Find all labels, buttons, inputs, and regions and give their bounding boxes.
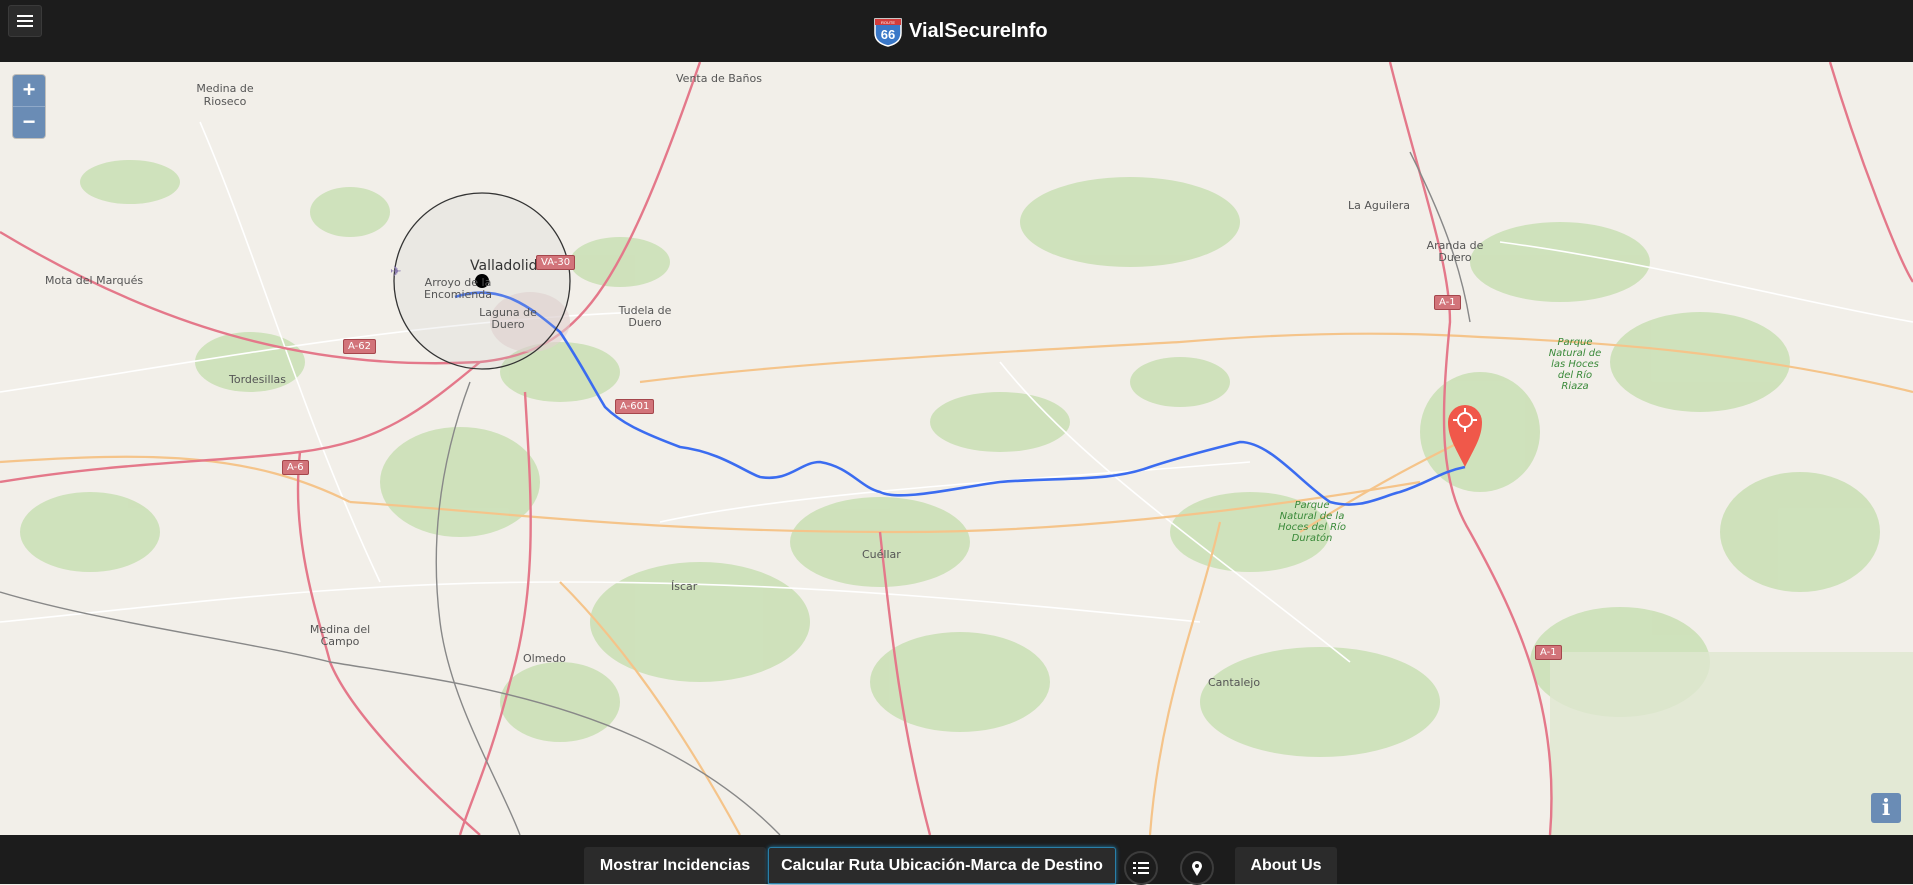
route-66-logo-icon: 66 ROUTE [874,18,902,47]
list-icon [1133,862,1149,874]
road-shield-va30: VA-30 [536,255,576,270]
location-pin-icon [1192,861,1202,876]
label-mota-marques: Mota del Marqués [45,274,144,287]
logo-top-text: ROUTE [881,20,895,25]
label-aranda: Aranda de Duero [1426,239,1484,264]
label-olmedo: Olmedo [523,652,566,665]
label-cuellar: Cuéllar [862,548,901,561]
label-arroyo: Arroyo de la Encomienda [424,276,492,301]
label-la-aguilera: La Aguilera [1348,199,1410,212]
brand[interactable]: 66 ROUTE VialSecureInfo [873,10,1048,52]
label-medina-campo: Medina del Campo [309,623,371,648]
location-button[interactable] [1180,851,1214,885]
logo-number: 66 [881,27,895,42]
map-info-button[interactable]: i [1871,793,1901,823]
app-title: VialSecureInfo [909,19,1048,42]
label-valladolid: Valladolid [470,258,538,274]
top-navbar: 66 ROUTE VialSecureInfo [0,0,1913,62]
hamburger-icon [17,15,33,27]
label-iscar: Íscar [671,580,698,593]
road-shield-a6: A-6 [282,460,309,475]
about-us-button[interactable]: About Us [1235,847,1337,884]
label-parque-duraton: Parque Natural de la Hoces del Río Durat… [1278,500,1346,544]
road-shield-a1-bottom: A-1 [1535,645,1562,660]
label-laguna: Laguna de Duero [479,306,537,331]
show-incidents-button[interactable]: Mostrar Incidencias [584,847,766,884]
label-tordesillas: Tordesillas [229,373,287,386]
zoom-in-button[interactable]: + [13,75,45,106]
label-tudela: Tudela de Duero [618,304,672,329]
zoom-control: + − [13,75,45,138]
map-tiles: ✈ [0,62,1913,835]
zoom-out-button[interactable]: − [13,107,45,138]
label-medina-rioseco: Medina de Rioseco [196,82,254,108]
map-view[interactable]: ✈ Venta de Baños Medina de Rioseco Mota … [0,62,1913,835]
bottom-toolbar: Mostrar Incidencias Calcular Ruta Ubicac… [0,835,1913,885]
list-button[interactable] [1124,851,1158,885]
label-cantalejo: Cantalejo [1208,676,1261,689]
hamburger-menu-button[interactable] [8,5,42,37]
calculate-route-button[interactable]: Calcular Ruta Ubicación-Marca de Destino [768,847,1116,884]
label-venta-banos: Venta de Baños [676,72,762,85]
airport-icon: ✈ [390,263,402,279]
label-parque-riaza: Parque Natural de las Hoces del Río Riaz… [1548,337,1602,392]
minor-roads [0,121,1913,663]
road-shield-a62: A-62 [343,339,376,354]
road-shield-a1-top: A-1 [1434,295,1461,310]
road-shield-a601: A-601 [615,399,655,414]
